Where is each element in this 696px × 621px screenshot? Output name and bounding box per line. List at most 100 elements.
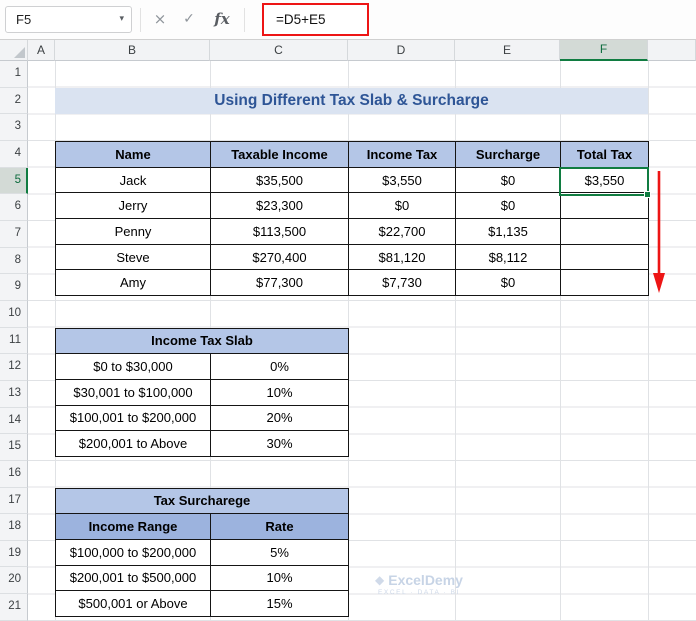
cell-B18[interactable]: Income Range [55,513,211,540]
cell-B8[interactable]: Steve [55,243,211,271]
main-table-header-row: Name Taxable Income Income Tax Surcharge… [55,141,649,168]
column-header-f[interactable]: F [560,40,648,61]
row-header-9[interactable]: 9 [0,274,28,301]
cell-D7[interactable]: $22,700 [348,218,456,245]
column-header-c[interactable]: C [210,40,348,61]
cell-C19[interactable]: 5% [210,538,349,566]
cell-B17-merged[interactable]: Tax Surcharege [55,487,349,515]
row-header-4[interactable]: 4 [0,140,28,168]
cell-C5[interactable]: $35,500 [210,166,349,194]
cell-D6[interactable]: $0 [348,192,456,220]
exceldemy-logo-icon: ◆ [375,573,385,587]
cell-C18[interactable]: Rate [210,513,349,540]
cell-B21[interactable]: $500,001 or Above [55,590,211,617]
row-header-20[interactable]: 20 [0,567,28,595]
row-header-3[interactable]: 3 [0,114,28,141]
title-banner[interactable]: Using Different Tax Slab & Surcharge [55,87,648,115]
row-header-10[interactable]: 10 [0,300,28,328]
cell-B6[interactable]: Jerry [55,192,211,220]
cell-B7[interactable]: Penny [55,218,211,245]
column-headers: A B C D E F [0,40,696,61]
row-header-19[interactable]: 19 [0,540,28,568]
select-all-corner[interactable] [0,40,28,61]
column-header-e[interactable]: E [455,40,560,61]
cancel-icon[interactable]: × [146,6,174,33]
formula-input[interactable]: =D5+E5 [250,0,696,40]
tax-surcharge-table: Tax Surcharege Income Range Rate $100,00… [55,487,349,617]
row-headers: 1 2 3 4 5 6 7 8 9 10 11 12 13 14 15 16 1… [0,61,28,621]
cell-C12[interactable]: 0% [210,353,349,380]
cell-B13[interactable]: $30,001 to $100,000 [55,378,211,406]
cell-F7[interactable] [560,218,649,245]
table-row: Penny $113,500 $22,700 $1,135 [55,218,649,245]
cell-F8[interactable] [560,243,649,271]
table-row: $200,001 to Above 30% [55,430,349,457]
row-header-8[interactable]: 8 [0,247,28,275]
fill-handle[interactable] [644,190,651,198]
cell-F5[interactable]: $3,550 [560,166,649,194]
table-row: Jerry $23,300 $0 $0 [55,192,649,220]
cell-E6[interactable]: $0 [455,192,561,220]
table-row: $100,001 to $200,000 20% [55,404,349,432]
cell-E7[interactable]: $1,135 [455,218,561,245]
cell-F9[interactable] [560,269,649,297]
watermark-tagline: EXCEL · DATA · BI [377,589,460,596]
cell-C21[interactable]: 15% [210,590,349,617]
row-header-6[interactable]: 6 [0,194,28,221]
enter-icon[interactable]: ✓ [175,6,203,33]
row-header-17[interactable]: 17 [0,487,28,515]
row-header-21[interactable]: 21 [0,594,28,621]
cell-E4[interactable]: Surcharge [455,141,561,168]
cell-E9[interactable]: $0 [455,269,561,297]
cell-C4[interactable]: Taxable Income [210,141,349,168]
row-header-14[interactable]: 14 [0,407,28,435]
name-box[interactable]: F5 ▾ [5,6,132,33]
cell-B4[interactable]: Name [55,141,211,168]
cell-B20[interactable]: $200,001 to $500,000 [55,564,211,592]
row-header-7[interactable]: 7 [0,220,28,248]
row-header-1[interactable]: 1 [0,61,28,88]
main-tax-table: Name Taxable Income Income Tax Surcharge… [55,141,649,297]
row-header-12[interactable]: 12 [0,354,28,381]
cell-E8[interactable]: $8,112 [455,243,561,271]
cell-C13[interactable]: 10% [210,378,349,406]
table-row: Steve $270,400 $81,120 $8,112 [55,243,649,271]
insert-function-icon[interactable]: fx [207,6,237,33]
cell-B5[interactable]: Jack [55,166,211,194]
cell-B15[interactable]: $200,001 to Above [55,430,211,457]
row-header-2[interactable]: 2 [0,87,28,115]
cell-C20[interactable]: 10% [210,564,349,592]
cell-F4[interactable]: Total Tax [560,141,649,168]
cell-C9[interactable]: $77,300 [210,269,349,297]
cell-C14[interactable]: 20% [210,404,349,432]
watermark: ◆ ExcelDemy EXCEL · DATA · BI [375,572,463,596]
cell-C7[interactable]: $113,500 [210,218,349,245]
row-header-16[interactable]: 16 [0,460,28,488]
cell-D4[interactable]: Income Tax [348,141,456,168]
cell-D5[interactable]: $3,550 [348,166,456,194]
row-header-5[interactable]: 5 [0,167,28,195]
row-header-18[interactable]: 18 [0,514,28,541]
cell-B11-merged[interactable]: Income Tax Slab [55,327,349,355]
row-header-13[interactable]: 13 [0,380,28,408]
column-header-partial[interactable] [648,40,696,61]
column-header-a[interactable]: A [28,40,55,61]
cell-C8[interactable]: $270,400 [210,243,349,271]
sheet-grid[interactable]: Using Different Tax Slab & Surcharge Nam… [28,61,696,621]
row-header-11[interactable]: 11 [0,327,28,355]
cell-B14[interactable]: $100,001 to $200,000 [55,404,211,432]
chevron-down-icon[interactable]: ▾ [119,7,124,32]
column-header-d[interactable]: D [348,40,455,61]
cell-F6[interactable] [560,192,649,220]
cell-B9[interactable]: Amy [55,269,211,297]
cell-C15[interactable]: 30% [210,430,349,457]
cell-D8[interactable]: $81,120 [348,243,456,271]
row-header-15[interactable]: 15 [0,434,28,461]
cell-B19[interactable]: $100,000 to $200,000 [55,538,211,566]
income-tax-slab-table: Income Tax Slab $0 to $30,000 0% $30,001… [55,327,349,457]
cell-C6[interactable]: $23,300 [210,192,349,220]
column-header-b[interactable]: B [55,40,210,61]
cell-D9[interactable]: $7,730 [348,269,456,297]
cell-B12[interactable]: $0 to $30,000 [55,353,211,380]
cell-E5[interactable]: $0 [455,166,561,194]
